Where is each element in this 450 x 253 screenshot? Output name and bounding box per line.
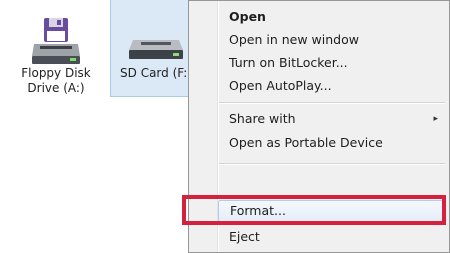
floppy-drive-label-line1: Floppy Disk bbox=[21, 66, 91, 80]
context-menu: Open Open in new window Turn on BitLocke… bbox=[188, 0, 450, 253]
floppy-drive-icon bbox=[30, 18, 82, 70]
submenu-arrow-icon: ▸ bbox=[433, 114, 438, 124]
menu-separator bbox=[219, 102, 445, 104]
menu-item-share-with[interactable]: Share with ▸ bbox=[218, 108, 445, 130]
menu-item-eject[interactable]: Eject bbox=[218, 226, 445, 248]
menu-item-label: Share with bbox=[229, 111, 296, 126]
menu-item-turn-on-bitlocker[interactable]: Turn on BitLocker... bbox=[218, 52, 445, 74]
menu-item-open-new-window[interactable]: Open in new window bbox=[218, 29, 445, 51]
sd-card-drive-icon bbox=[127, 36, 185, 66]
menu-item-label: Turn on BitLocker... bbox=[229, 55, 348, 70]
menu-item-open-autoplay[interactable]: Open AutoPlay... bbox=[218, 75, 445, 97]
menu-item-label: Format... bbox=[230, 203, 286, 218]
menu-item-label: Open bbox=[229, 9, 266, 24]
desktop-view: Floppy Disk Drive (A:) SD Card (F:) Open… bbox=[0, 0, 450, 253]
menu-item-open-portable-device[interactable]: Open as Portable Device bbox=[218, 132, 445, 154]
menu-item-label: Open as Portable Device bbox=[229, 135, 383, 150]
menu-item-open[interactable]: Open bbox=[218, 6, 445, 28]
menu-item-label: Eject bbox=[229, 229, 260, 244]
menu-item-format[interactable]: Format... bbox=[218, 200, 445, 222]
floppy-drive-item[interactable]: Floppy Disk Drive (A:) bbox=[10, 0, 102, 100]
floppy-drive-label-line2: Drive (A:) bbox=[27, 81, 85, 95]
menu-separator bbox=[219, 163, 445, 165]
menu-item-label: Open in new window bbox=[229, 32, 359, 47]
menu-item-label: Open AutoPlay... bbox=[229, 78, 332, 93]
